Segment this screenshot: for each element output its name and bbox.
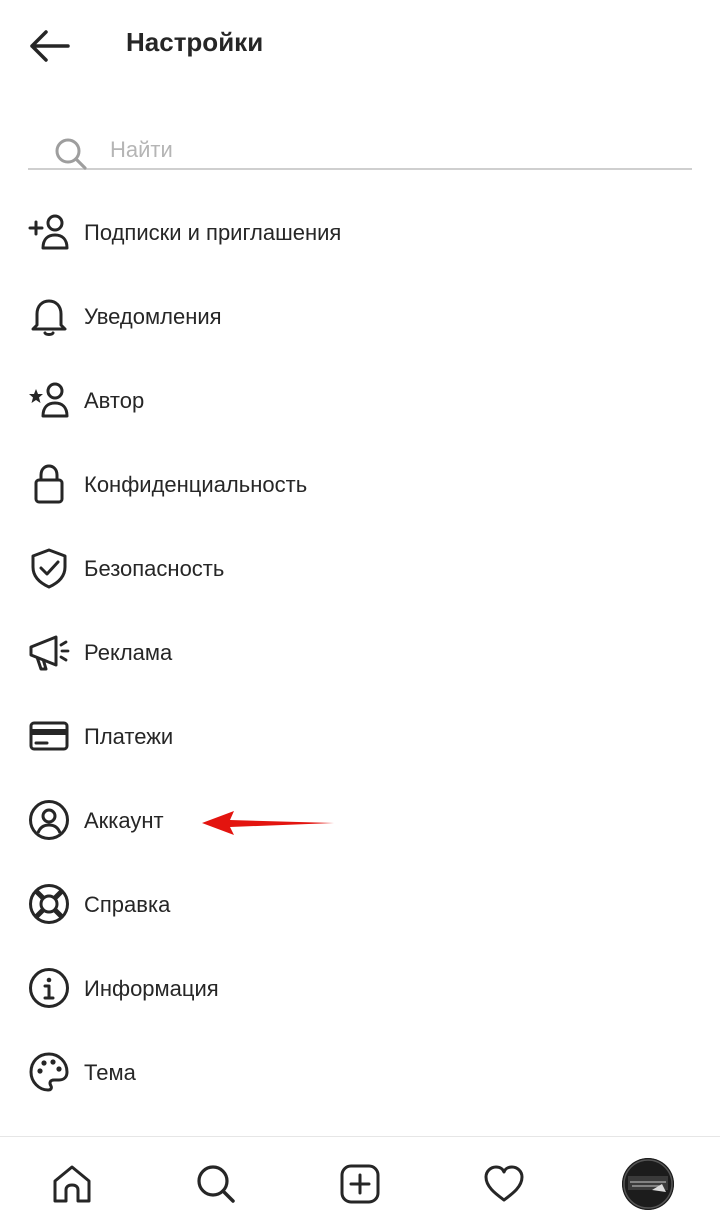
info-icon	[28, 967, 70, 1009]
menu-item-theme[interactable]: Тема	[0, 1031, 720, 1115]
search-icon	[55, 138, 87, 170]
credit-card-icon	[28, 715, 70, 757]
arrow-left-icon	[30, 30, 70, 62]
plus-square-icon	[340, 1164, 380, 1203]
header: Настройки	[0, 0, 720, 90]
nav-activity-button[interactable]	[468, 1148, 540, 1220]
shield-check-icon	[28, 547, 70, 589]
menu-item-label: Подписки и приглашения	[84, 220, 342, 245]
menu-item-payments[interactable]: Платежи	[0, 695, 720, 779]
menu-item-privacy[interactable]: Конфиденциальность	[0, 443, 720, 527]
menu-item-label: Безопасность	[84, 556, 225, 581]
lock-icon	[28, 463, 70, 505]
nav-create-button[interactable]	[324, 1148, 396, 1220]
home-icon	[53, 1165, 91, 1202]
menu-item-follow-invite[interactable]: Подписки и приглашения	[0, 191, 720, 275]
search-bar[interactable]	[28, 132, 692, 170]
megaphone-icon	[28, 631, 70, 673]
page-title: Настройки	[126, 27, 264, 57]
bell-icon	[28, 295, 70, 337]
nav-profile-button[interactable]	[612, 1148, 684, 1220]
palette-icon	[28, 1051, 70, 1093]
menu-item-label: Конфиденциальность	[84, 472, 308, 497]
lifebuoy-icon	[28, 883, 70, 925]
menu-item-label: Тема	[84, 1060, 136, 1085]
search-icon	[197, 1164, 235, 1203]
menu-item-label: Информация	[84, 976, 219, 1001]
bottom-nav	[0, 1137, 720, 1230]
menu-item-label: Уведомления	[84, 304, 222, 329]
star-person-icon	[28, 379, 70, 421]
menu-item-label: Реклама	[84, 640, 173, 665]
heart-icon	[484, 1165, 524, 1201]
menu-item-label: Аккаунт	[84, 808, 164, 833]
person-add-icon	[28, 211, 70, 253]
menu-item-label: Справка	[84, 892, 171, 917]
nav-search-button[interactable]	[180, 1148, 252, 1220]
menu-item-notifications[interactable]: Уведомления	[0, 275, 720, 359]
back-button[interactable]	[22, 22, 76, 70]
avatar	[622, 1157, 674, 1210]
menu-item-label: Автор	[84, 388, 145, 413]
menu-item-ads[interactable]: Реклама	[0, 611, 720, 695]
settings-menu: Подписки и приглашения Уведомления Автор	[0, 191, 720, 1115]
menu-item-author[interactable]: Автор	[0, 359, 720, 443]
menu-item-security[interactable]: Безопасность	[0, 527, 720, 611]
menu-item-help[interactable]: Справка	[0, 863, 720, 947]
account-circle-icon	[28, 799, 70, 841]
menu-item-label: Платежи	[84, 724, 174, 749]
nav-home-button[interactable]	[36, 1148, 108, 1220]
menu-item-account[interactable]: Аккаунт	[0, 779, 720, 863]
menu-item-info[interactable]: Информация	[0, 947, 720, 1031]
search-input[interactable]	[110, 134, 670, 166]
settings-screen: Настройки Подписки и приглашения	[0, 0, 720, 1230]
annotation-arrow-icon	[202, 811, 334, 835]
